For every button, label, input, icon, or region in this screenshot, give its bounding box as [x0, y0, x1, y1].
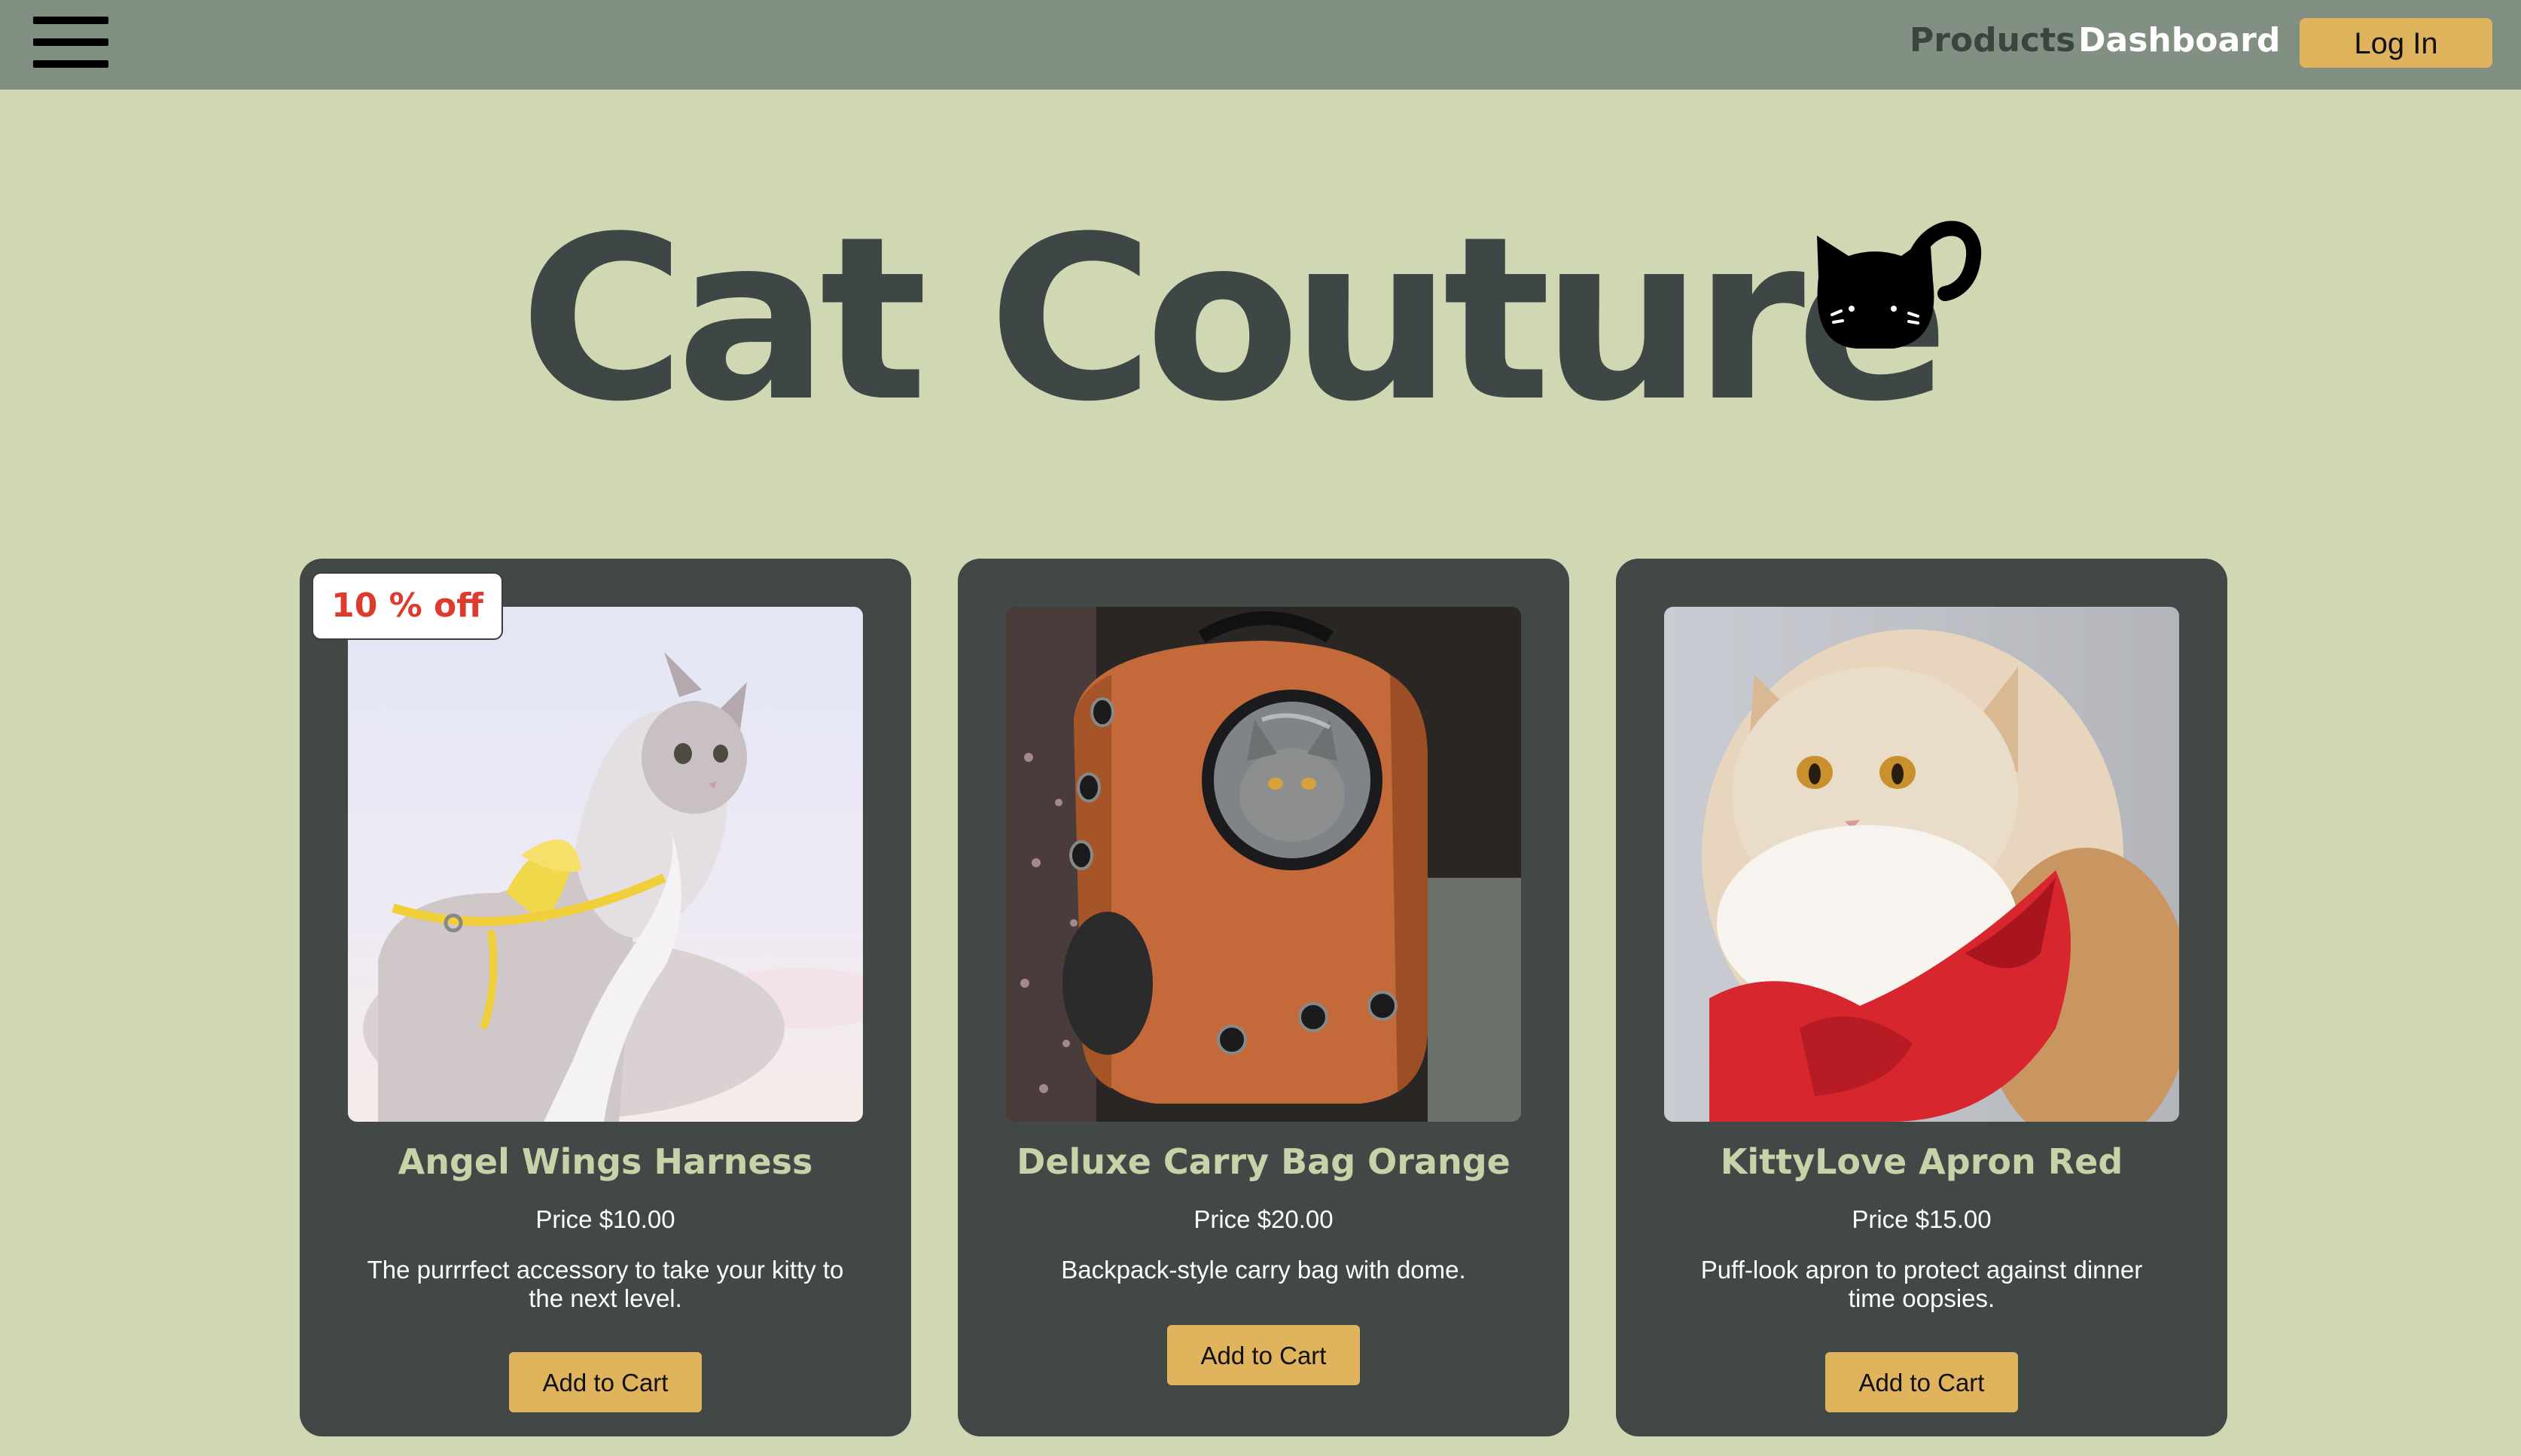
page-title: Cat Couture: [520, 188, 1949, 451]
add-to-cart-button[interactable]: Add to Cart: [1825, 1352, 2018, 1412]
product-image-apron: [1664, 607, 2179, 1122]
cat-logo-icon: [1803, 209, 1984, 360]
product-price: Price $20.00: [1193, 1205, 1334, 1233]
login-button[interactable]: Log In: [2300, 18, 2492, 68]
product-description: Backpack-style carry bag with dome.: [1061, 1256, 1466, 1284]
product-price: Price $15.00: [1852, 1205, 1992, 1233]
product-card: Deluxe Carry Bag Orange Price $20.00 Bac…: [958, 559, 1569, 1436]
product-price: Price $10.00: [535, 1205, 675, 1233]
product-name: Angel Wings Harness: [398, 1141, 813, 1182]
product-description: The purrrfect accessory to take your kit…: [367, 1256, 844, 1312]
product-image-carry-bag: [1006, 607, 1521, 1122]
product-description: Puff-look apron to protect against dinne…: [1700, 1256, 2143, 1312]
product-card: KittyLove Apron Red Price $15.00 Puff-lo…: [1616, 559, 2227, 1436]
hamburger-menu-icon[interactable]: [33, 17, 108, 68]
add-to-cart-button[interactable]: Add to Cart: [509, 1352, 702, 1412]
nav-link-dashboard[interactable]: Dashboard: [2078, 20, 2280, 62]
product-name: KittyLove Apron Red: [1720, 1141, 2123, 1182]
nav-link-products[interactable]: Products: [1910, 20, 2075, 62]
product-name: Deluxe Carry Bag Orange: [1017, 1141, 1510, 1182]
product-card: Angel Wings Harness Price $10.00 The pur…: [300, 559, 911, 1436]
product-image-harness: [348, 607, 863, 1122]
discount-badge: 10 % off: [312, 572, 503, 640]
add-to-cart-button[interactable]: Add to Cart: [1167, 1325, 1360, 1385]
top-navigation-bar: Products Dashboard Log In: [0, 0, 2521, 90]
